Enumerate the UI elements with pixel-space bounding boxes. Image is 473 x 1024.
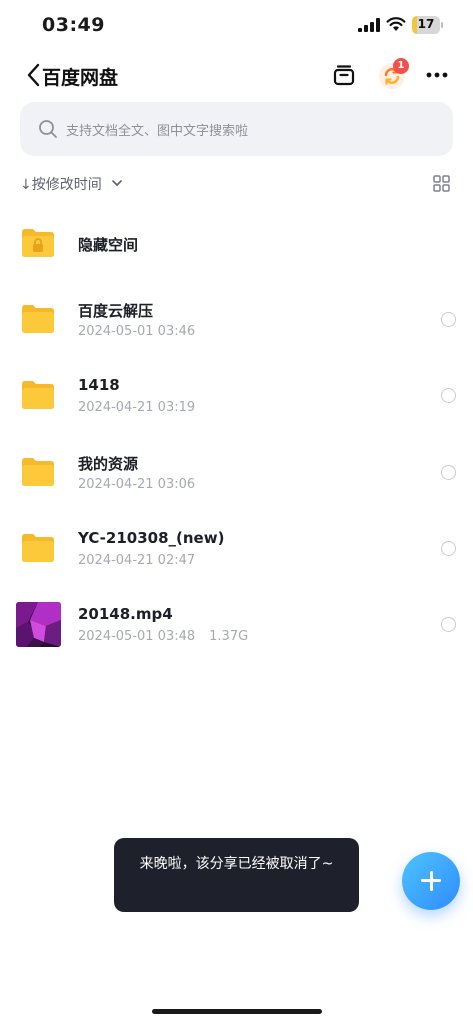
folder-icon bbox=[22, 381, 54, 409]
more-options-icon[interactable] bbox=[426, 72, 448, 78]
select-radio[interactable] bbox=[441, 465, 456, 480]
file-size: 1.37G bbox=[209, 629, 249, 644]
locked-folder-icon bbox=[22, 229, 54, 257]
status-bar: 03:49 17 bbox=[0, 0, 473, 52]
video-thumbnail bbox=[16, 602, 61, 647]
notification-badge: 1 bbox=[393, 58, 409, 74]
battery-indicator: 17 bbox=[412, 16, 444, 34]
list-item[interactable]: 百度云解压 2024-05-01 03:46 bbox=[0, 286, 473, 362]
file-date: 2024-04-21 03:19 bbox=[78, 400, 196, 415]
folder-icon bbox=[22, 305, 54, 333]
file-date: 2024-05-01 03:46 bbox=[78, 324, 196, 339]
file-name: 我的资源 bbox=[78, 455, 139, 473]
add-button[interactable] bbox=[402, 852, 460, 910]
archive-icon[interactable] bbox=[332, 63, 356, 87]
back-icon[interactable] bbox=[26, 62, 42, 88]
search-placeholder: 支持文档全文、图中文字搜索啦 bbox=[66, 124, 249, 139]
toast-message: 来晚啦，该分享已经被取消了~ bbox=[114, 838, 359, 912]
sort-dropdown[interactable]: ↓按修改时间 bbox=[20, 174, 102, 194]
grid-view-icon[interactable] bbox=[433, 175, 450, 192]
folder-icon bbox=[22, 534, 54, 562]
list-item[interactable]: 我的资源 2024-04-21 03:06 bbox=[0, 439, 473, 515]
file-name: 隐藏空间 bbox=[78, 236, 139, 254]
file-date: 2024-05-01 03:48 bbox=[78, 629, 196, 644]
file-name: 1418 bbox=[78, 376, 120, 394]
wifi-icon bbox=[386, 17, 406, 31]
file-meta: 2024-05-01 03:48 1.37G bbox=[78, 629, 248, 644]
list-item[interactable]: YC-210308_(new) 2024-04-21 02:47 bbox=[0, 515, 473, 591]
chevron-down-icon[interactable] bbox=[111, 178, 123, 188]
page-title: 百度网盘 bbox=[42, 67, 119, 89]
select-radio[interactable] bbox=[441, 312, 456, 327]
file-name: 20148.mp4 bbox=[78, 605, 173, 623]
transfer-button[interactable]: 1 bbox=[378, 58, 409, 90]
search-input[interactable]: 支持文档全文、图中文字搜索啦 bbox=[20, 102, 453, 156]
select-radio[interactable] bbox=[441, 388, 456, 403]
list-item[interactable]: 1418 2024-04-21 03:19 bbox=[0, 362, 473, 438]
file-date: 2024-04-21 03:06 bbox=[78, 477, 196, 492]
file-name: YC-210308_(new) bbox=[78, 529, 225, 547]
file-name: 百度云解压 bbox=[78, 302, 154, 320]
signal-icon bbox=[358, 18, 380, 32]
battery-level: 17 bbox=[417, 17, 435, 31]
list-item[interactable]: 20148.mp4 2024-05-01 03:48 1.37G bbox=[0, 591, 473, 667]
search-icon bbox=[39, 120, 57, 138]
file-date: 2024-04-21 02:47 bbox=[78, 553, 196, 568]
folder-icon bbox=[22, 458, 54, 486]
select-radio[interactable] bbox=[441, 541, 456, 556]
nav-header: 百度网盘 1 bbox=[0, 52, 473, 100]
status-time: 03:49 bbox=[42, 14, 105, 36]
sort-row: ↓按修改时间 bbox=[0, 168, 473, 198]
home-indicator bbox=[152, 1009, 322, 1014]
select-radio[interactable] bbox=[441, 617, 456, 632]
screen: 03:49 17 百度网盘 1 支持文档全文、图中文字搜索啦 ↓按修改时间 隐藏… bbox=[0, 0, 473, 1024]
list-item[interactable]: 隐藏空间 bbox=[0, 204, 473, 280]
